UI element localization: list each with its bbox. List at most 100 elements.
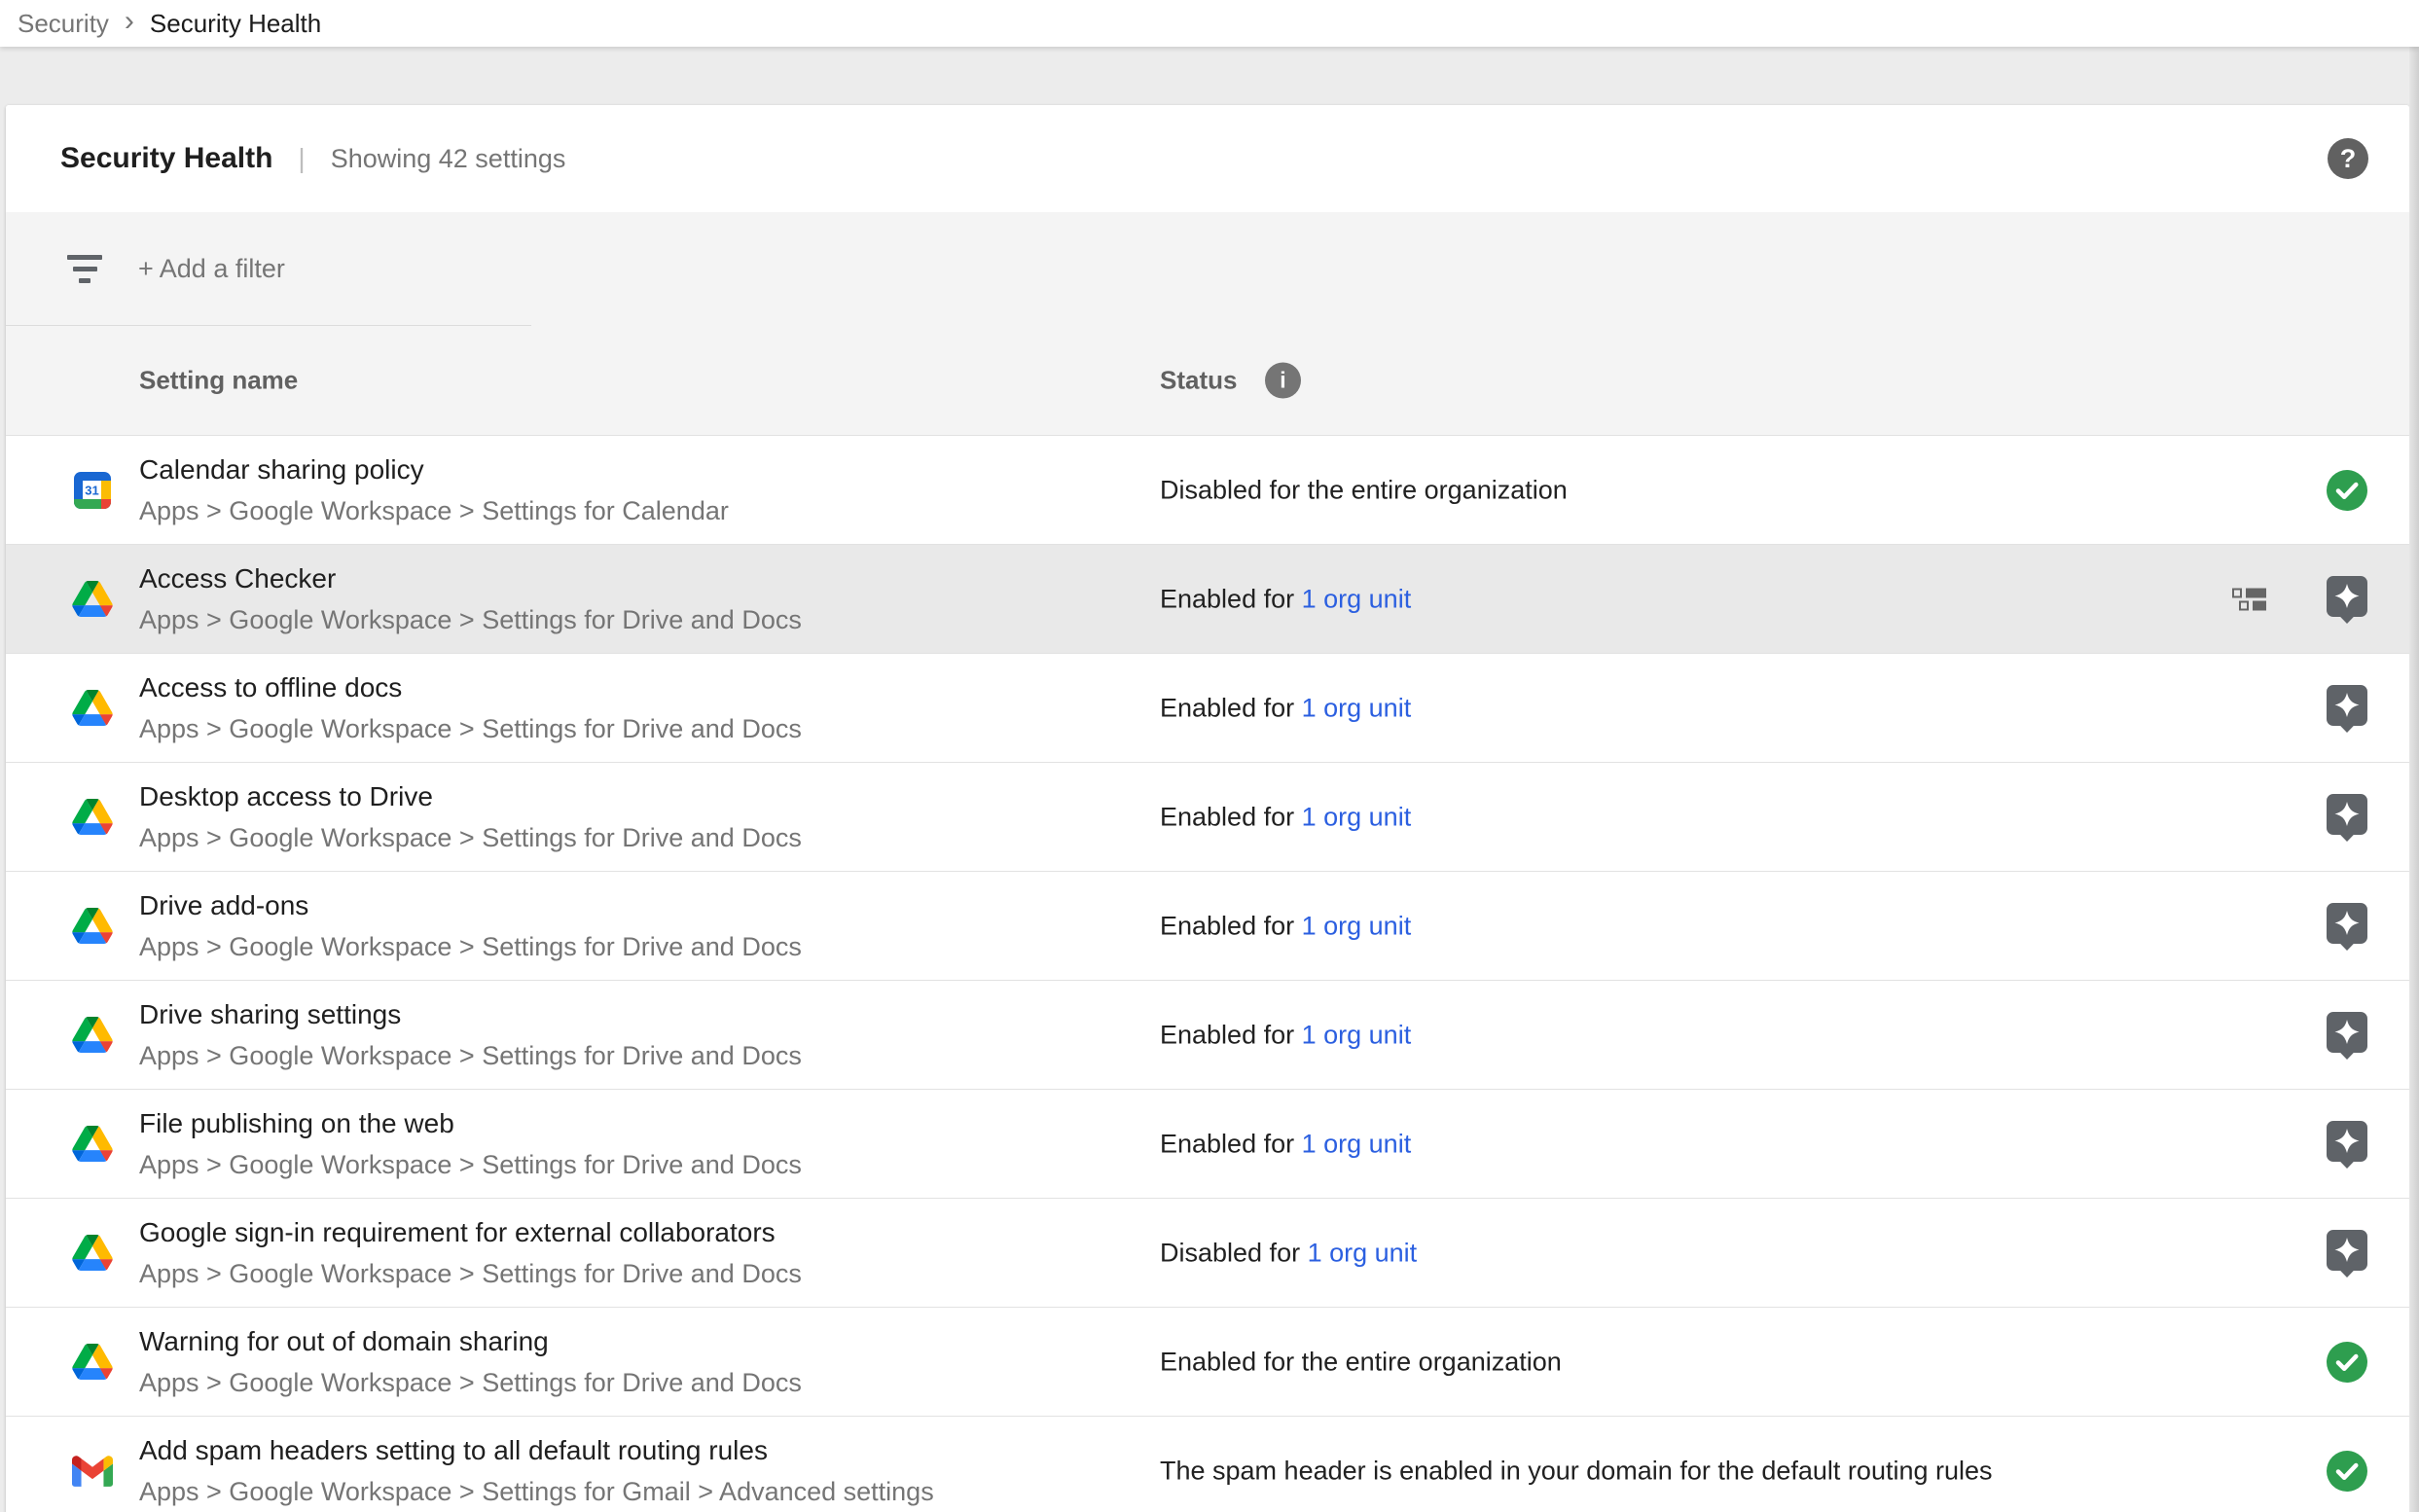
recommendation-badge-icon[interactable] [2326,1120,2368,1169]
setting-row[interactable]: 31 Calendar sharing policy Apps > Google W… [6,435,2409,544]
setting-text: Desktop access to DriveApps > Google Wor… [139,781,802,853]
org-units-override-icon [2232,588,2267,610]
recommendation-badge-icon[interactable] [2326,1229,2368,1278]
setting-name: File publishing on the web [139,1108,802,1139]
setting-path: Apps > Google Workspace > Settings for D… [139,714,802,744]
filter-icon[interactable] [66,255,103,283]
column-header-setting-name: Setting name [139,366,298,396]
setting-text: Drive sharing settings Apps > Google Work… [139,999,802,1071]
recommendation-badge-icon[interactable] [2326,684,2368,733]
org-unit-link[interactable]: 1 org unit [1302,584,1412,613]
settings-list: 31 Calendar sharing policy Apps > Google W… [6,435,2409,1512]
status-text: The spam header is enabled in your domai… [1160,1456,1993,1485]
setting-path: Apps > Google Workspace > Settings for C… [139,496,729,526]
setting-text: File publishing on the web Apps > Google … [139,1108,802,1180]
setting-text: Warning for out of domain sharing Apps > … [139,1326,802,1398]
svg-text:31: 31 [85,483,98,497]
status-cell: Enabled for 1 org unit [1160,584,1411,614]
setting-name: Access Checker [139,563,802,594]
drive-icon [72,1342,113,1383]
breadcrumb: Security › Security Health [0,0,2419,47]
setting-row[interactable]: Drive sharing settings Apps > Google Work… [6,980,2409,1089]
setting-name: Warning for out of domain sharing [139,1326,802,1357]
recommendation-badge-icon[interactable] [2326,575,2368,624]
status-text: Enabled for [1160,693,1294,722]
setting-name: Google sign-in requirement for external … [139,1217,802,1248]
setting-row[interactable]: File publishing on the web Apps > Google … [6,1089,2409,1198]
drive-icon [72,1124,113,1165]
setting-name: Drive add-ons [139,890,802,921]
status-text: Enabled for [1160,584,1294,613]
title-separator: | [298,143,305,174]
status-text: Enabled for [1160,802,1294,831]
drive-icon [72,797,113,838]
chevron-right-icon: › [125,7,134,40]
setting-text: Access to offline docs Apps > Google Work… [139,672,802,744]
calendar-icon: 31 [72,470,113,511]
org-unit-link[interactable]: 1 org unit [1302,693,1412,722]
setting-name: Access to offline docs [139,672,802,703]
help-icon[interactable]: ? [2328,138,2368,179]
setting-text: Add spam headers setting to all default … [139,1435,934,1507]
recommendation-badge-icon[interactable] [2326,793,2368,842]
status-text: Enabled for [1160,1129,1294,1158]
org-unit-link[interactable]: 1 org unit [1302,802,1412,831]
status-cell: Enabled for 1 org unit [1160,911,1411,941]
setting-text: Access Checker Apps > Google Workspace > … [139,563,802,635]
recommendation-badge-icon[interactable] [2326,902,2368,951]
add-filter-button[interactable]: + Add a filter [138,254,285,284]
org-unit-link[interactable]: 1 org unit [1308,1238,1418,1267]
setting-path: Apps > Google Workspace > Settings for D… [139,1041,802,1071]
status-ok-icon [2326,466,2368,515]
status-text: Enabled for [1160,911,1294,940]
setting-row[interactable]: Access Checker Apps > Google Workspace > … [6,544,2409,653]
gmail-icon [72,1451,113,1492]
status-text: Disabled for [1160,1238,1300,1267]
setting-name: Add spam headers setting to all default … [139,1435,934,1466]
status-cell: Enabled for 1 org unit [1160,1020,1411,1050]
filter-and-header-band: + Add a filter Setting name Status i [6,212,2409,435]
drive-icon [72,688,113,729]
setting-row[interactable]: Add spam headers setting to all default … [6,1416,2409,1512]
status-text: Disabled for the entire organization [1160,475,1568,504]
setting-name: Calendar sharing policy [139,454,729,486]
status-cell: Enabled for 1 org unit [1160,802,1411,832]
status-ok-icon [2326,1447,2368,1495]
breadcrumb-current: Security Health [150,9,321,39]
org-unit-link[interactable]: 1 org unit [1302,1020,1412,1049]
setting-path: Apps > Google Workspace > Settings for D… [139,1259,802,1289]
scrollbar-gutter[interactable] [2409,47,2419,1512]
setting-row[interactable]: Drive add-onsApps > Google Workspace > S… [6,871,2409,980]
drive-icon [72,579,113,620]
status-text: Enabled for the entire organization [1160,1347,1562,1376]
setting-row[interactable]: Access to offline docs Apps > Google Work… [6,653,2409,762]
page-title: Security Health [60,142,272,175]
setting-text: Google sign-in requirement for external … [139,1217,802,1289]
status-text: Enabled for [1160,1020,1294,1049]
card-header: Security Health | Showing 42 settings ? [6,105,2409,212]
setting-name: Desktop access to Drive [139,781,802,812]
setting-path: Apps > Google Workspace > Settings for D… [139,1150,802,1180]
table-header: Setting name Status i [6,326,2409,435]
security-health-card: Security Health | Showing 42 settings ? … [6,105,2409,1512]
setting-row[interactable]: Warning for out of domain sharing Apps > … [6,1307,2409,1416]
setting-path: Apps > Google Workspace > Settings for D… [139,1368,802,1398]
breadcrumb-parent-link[interactable]: Security [18,9,109,39]
setting-text: Drive add-onsApps > Google Workspace > S… [139,890,802,962]
org-unit-link[interactable]: 1 org unit [1302,911,1412,940]
drive-icon [72,1233,113,1274]
setting-path: Apps > Google Workspace > Settings for G… [139,1477,934,1507]
setting-name: Drive sharing settings [139,999,802,1030]
status-cell: Disabled for 1 org unit [1160,1238,1417,1268]
column-header-status: Status [1160,366,1237,396]
org-unit-link[interactable]: 1 org unit [1302,1129,1412,1158]
status-info-icon[interactable]: i [1265,363,1301,399]
recommendation-badge-icon[interactable] [2326,1011,2368,1060]
status-cell: Disabled for the entire organization [1160,475,1568,505]
setting-path: Apps > Google Workspace > Settings for D… [139,605,802,635]
setting-row[interactable]: Google sign-in requirement for external … [6,1198,2409,1307]
status-cell: Enabled for 1 org unit [1160,693,1411,723]
drive-icon [72,906,113,947]
status-cell: The spam header is enabled in your domai… [1160,1456,1993,1486]
setting-row[interactable]: Desktop access to DriveApps > Google Wor… [6,762,2409,871]
